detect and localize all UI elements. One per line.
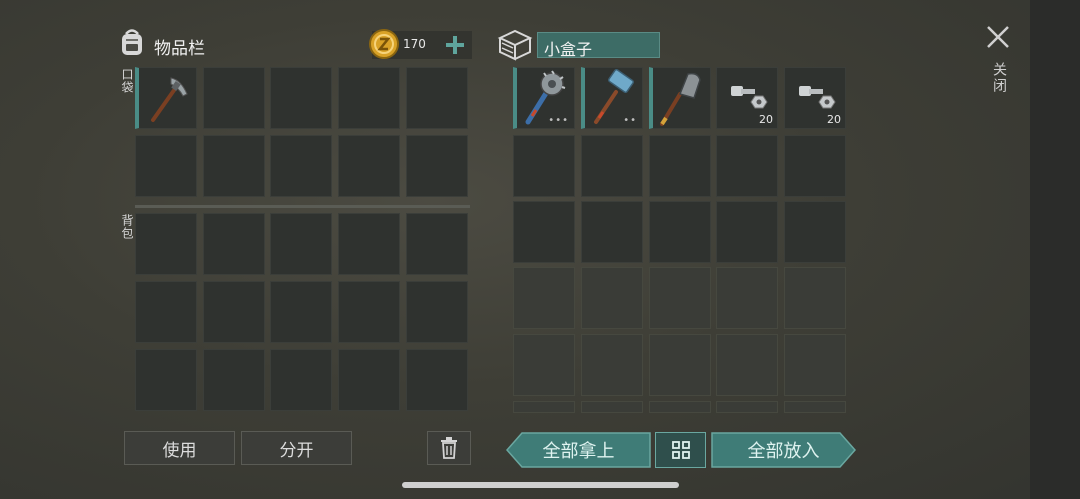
trash-icon — [441, 437, 457, 459]
sort-grid-button[interactable] — [655, 432, 706, 468]
item-durability-dots: •• — [623, 115, 637, 126]
backpack-slot[interactable] — [406, 213, 468, 275]
backpack-slot[interactable] — [338, 281, 400, 343]
container-slot[interactable] — [716, 201, 778, 263]
pocket-slot[interactable] — [135, 135, 197, 197]
take-all-label: 全部拿上 — [542, 441, 615, 462]
locked-slot — [649, 401, 711, 413]
locked-slot — [581, 267, 643, 329]
container-slot-sawblade-hammer[interactable]: ••• — [513, 67, 575, 129]
coin-icon — [368, 28, 400, 60]
inventory-title: 物品栏 — [154, 39, 205, 59]
put-all-button[interactable]: 全部放入 — [711, 432, 856, 468]
container-name: 小盒子 — [544, 40, 593, 59]
backpack-slot[interactable] — [270, 213, 332, 275]
home-indicator[interactable] — [402, 482, 679, 488]
pocket-slot[interactable] — [338, 135, 400, 197]
locked-slot — [784, 401, 846, 413]
backpack-label: 背包 — [120, 214, 134, 240]
shovel-icon — [660, 72, 701, 126]
pocket-slot[interactable] — [270, 135, 332, 197]
locked-slot — [784, 267, 846, 329]
container-slot[interactable] — [649, 135, 711, 197]
backpack-slot[interactable] — [135, 213, 197, 275]
pocket-slot[interactable] — [270, 67, 332, 129]
close-icon — [987, 26, 1009, 48]
backpack-slot[interactable] — [135, 349, 197, 411]
backpack-slot[interactable] — [270, 281, 332, 343]
grid-sort-icon — [671, 441, 690, 459]
item-durability-dots: ••• — [548, 115, 569, 126]
locked-slot — [649, 267, 711, 329]
locked-slot — [716, 267, 778, 329]
pocket-slot-pickaxe[interactable] — [135, 67, 197, 129]
backpack-slot[interactable] — [338, 213, 400, 275]
pocket-label: 口袋 — [120, 68, 134, 94]
container-slot[interactable] — [649, 201, 711, 263]
locked-slot — [784, 334, 846, 396]
pickaxe-icon — [151, 77, 188, 122]
right-side-strip — [1030, 0, 1080, 499]
pocket-slot[interactable] — [338, 67, 400, 129]
locked-slot — [581, 334, 643, 396]
item-count: 20 — [759, 113, 773, 126]
locked-slot — [716, 334, 778, 396]
pocket-slot[interactable] — [203, 135, 265, 197]
delete-button[interactable] — [427, 431, 471, 465]
container-slot-bolts[interactable]: 20 — [784, 67, 846, 129]
container-slot[interactable] — [513, 201, 575, 263]
split-button[interactable]: 分开 — [241, 431, 352, 465]
coin-amount: 170 — [403, 37, 426, 51]
close-label: 关闭 — [991, 62, 1007, 94]
backpack-slot[interactable] — [406, 281, 468, 343]
backpack-slot[interactable] — [406, 349, 468, 411]
put-all-label: 全部放入 — [747, 441, 820, 462]
locked-slot — [581, 401, 643, 413]
backpack-slot[interactable] — [338, 349, 400, 411]
pocket-slot[interactable] — [406, 67, 468, 129]
pocket-backpack-divider — [135, 205, 470, 208]
container-slot[interactable] — [581, 201, 643, 263]
container-slot-bolts[interactable]: 20 — [716, 67, 778, 129]
locked-slot — [513, 267, 575, 329]
container-slot[interactable] — [513, 135, 575, 197]
locked-slot — [649, 334, 711, 396]
backpack-slot[interactable] — [203, 281, 265, 343]
container-slot[interactable] — [581, 135, 643, 197]
add-coins-plus-icon[interactable] — [444, 34, 466, 56]
container-slot[interactable] — [716, 135, 778, 197]
backpack-icon — [116, 26, 148, 58]
container-slot-sledgehammer[interactable]: •• — [581, 67, 643, 129]
take-all-button[interactable]: 全部拿上 — [506, 432, 651, 468]
locked-slot — [513, 334, 575, 396]
container-slot[interactable] — [784, 135, 846, 197]
box-icon — [497, 28, 533, 62]
container-slot[interactable] — [784, 201, 846, 263]
pocket-slot[interactable] — [406, 135, 468, 197]
backpack-slot[interactable] — [203, 213, 265, 275]
backpack-slot[interactable] — [203, 349, 265, 411]
locked-slot — [513, 401, 575, 413]
backpack-slot[interactable] — [270, 349, 332, 411]
container-slot-shovel[interactable] — [649, 67, 711, 129]
use-button[interactable]: 使用 — [124, 431, 235, 465]
container-name-field[interactable]: 小盒子 — [537, 32, 660, 59]
backpack-slot[interactable] — [135, 281, 197, 343]
item-count: 20 — [827, 113, 841, 126]
locked-slot — [716, 401, 778, 413]
close-button[interactable]: 关闭 — [982, 24, 1014, 104]
pocket-slot[interactable] — [203, 67, 265, 129]
